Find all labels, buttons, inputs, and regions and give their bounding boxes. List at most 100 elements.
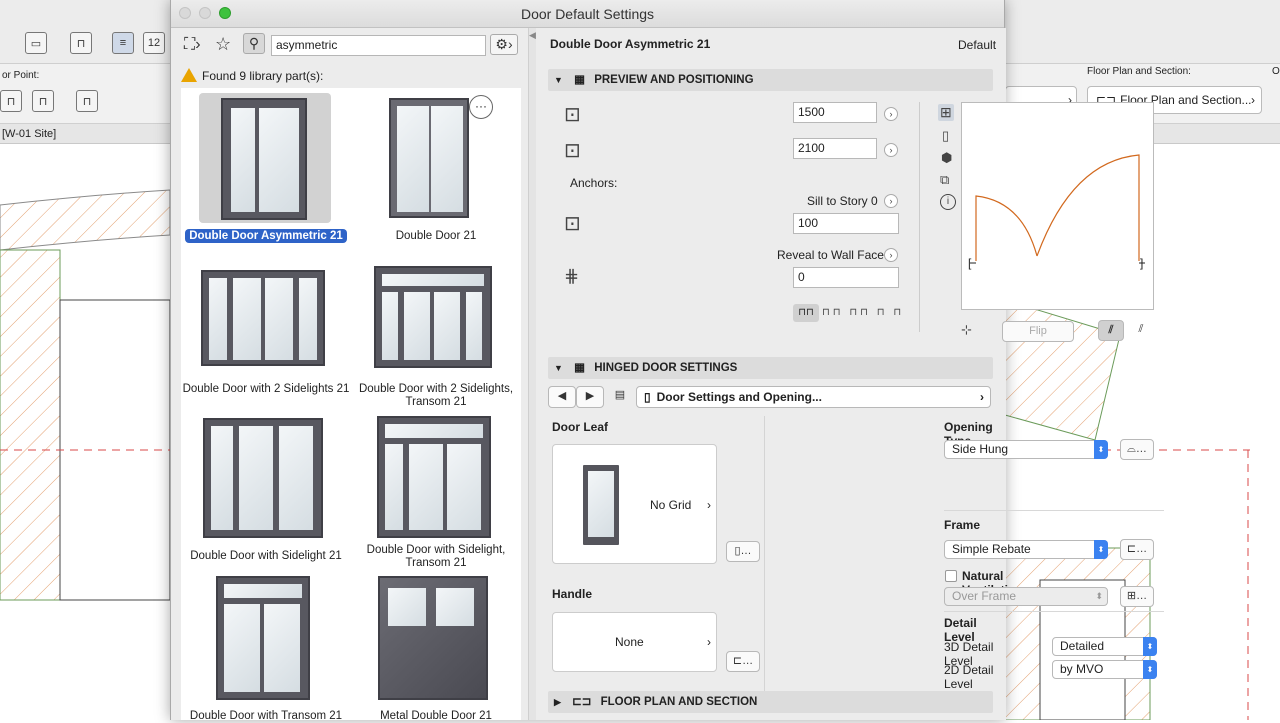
elevation-view-icon[interactable]: ▯ [942,128,949,144]
favorites-star-icon[interactable]: ☆ [215,34,231,55]
next-page-button[interactable]: ▶ [576,386,604,408]
library-item-thumb-5[interactable] [203,418,323,538]
vent-settings-icon[interactable]: ⊞… [1120,586,1154,607]
floor-plan-view-icon[interactable]: ⊞ [938,104,954,121]
preview-section-title: PREVIEW AND POSITIONING [594,74,754,86]
hinge-left-icon[interactable]: ⫽ [1098,320,1124,341]
library-item-thumb-4[interactable] [374,266,492,368]
anchor-left-icon[interactable]: ⊓ [0,90,22,112]
door-leaf-card[interactable]: No Grid › [552,444,717,564]
expand-right-icon: ▶ [554,697,561,707]
prev-page-button[interactable]: ◀ [548,386,576,408]
page-selector-chevron: › [980,390,984,404]
detail-2d-value: by MVO [1060,662,1104,676]
info-icon[interactable]: i [940,194,956,210]
flip-button[interactable]: Flip [1002,321,1074,342]
library-item-label-2[interactable]: Double Door 21 [351,230,521,243]
preview-canvas: [ ] [961,102,1154,310]
layer-icon[interactable]: ≡ [112,32,134,54]
page-selector[interactable]: ▯ Door Settings and Opening... › [636,386,991,408]
library-item-label-7[interactable]: Double Door with Transom 21 [181,710,351,723]
frame-value: Simple Rebate [952,542,1031,556]
default-label: Default [958,38,997,52]
sill-label: Sill to Story 0 [807,194,878,208]
over-frame-select[interactable]: Over Frame ⬍ [944,587,1108,606]
part-name: Double Door Asymmetric 21 [550,37,711,51]
detail-2d-select[interactable]: by MVO ⬍ [1052,660,1157,679]
floorplan-section-header[interactable]: ▶ ⊏⊐ FLOOR PLAN AND SECTION [548,691,993,713]
door-leaf-value: No Grid [650,498,692,512]
reveal-icon: ⋕ [564,266,580,286]
floorplan-header-label: Floor Plan and Section: [1087,66,1191,77]
wall-tool-icon[interactable]: ▭ [25,32,47,54]
handle-card[interactable]: None › [552,612,717,672]
gear-icon[interactable]: ⚙› [490,34,518,55]
dimension-icon[interactable]: 12 [143,32,165,54]
sill-field[interactable]: 100 [793,213,899,234]
hinged-section-icon: ▦ [574,362,585,374]
section-view-icon[interactable]: ⧉ [940,172,949,188]
warning-icon [181,68,197,82]
library-item-label-8[interactable]: Metal Double Door 21 [351,710,521,723]
preview-section-header[interactable]: ▼ ▦ PREVIEW AND POSITIONING [548,69,993,91]
mirror-icon[interactable]: ⊹ [961,322,972,338]
anchor-point-label: or Point: [2,70,40,81]
anchor-options-icons[interactable]: ⊓⊓ ⊓⊓ ⊓ ⊓ [822,307,904,318]
frame-select[interactable]: Simple Rebate ⬍ [944,540,1108,559]
width-chevron-icon[interactable]: › [884,107,898,121]
sill-chevron-icon[interactable]: › [884,194,898,208]
dialog-titlebar: Door Default Settings [171,0,1004,28]
detail-3d-select[interactable]: Detailed ⬍ [1052,637,1157,656]
right-edge-label: O [1272,66,1280,77]
handle-value: None [615,635,644,649]
more-options-icon[interactable]: ··· [469,95,493,119]
natural-vent-checkbox[interactable] [945,570,957,582]
minimize-button[interactable] [199,7,211,19]
frame-settings-icon[interactable]: ⊏… [1120,539,1154,560]
library-item-label-3[interactable]: Double Door with 2 Sidelights 21 [181,383,351,396]
anchors-label: Anchors: [570,176,618,190]
library-item-thumb-1[interactable] [221,98,307,220]
library-item-label-1[interactable]: Double Door Asymmetric 21 [181,229,351,243]
handle-settings-icon[interactable]: ⊏… [726,651,760,672]
library-item-thumb-3[interactable] [201,270,325,366]
library-item-thumb-2[interactable] [389,98,469,218]
library-item-thumb-6[interactable] [377,416,491,538]
width-field[interactable]: 1500 [793,102,877,123]
expand-down-icon: ▼ [554,75,563,85]
3d-view-icon[interactable]: ⬢ [941,150,952,166]
height-chevron-icon[interactable]: › [884,143,898,157]
leaf-thumb [583,465,619,545]
hinge-right-icon[interactable]: ⫽ [1128,320,1154,341]
anchor-right-icon[interactable]: ⊓ [76,90,98,112]
height-field[interactable]: 2100 [793,138,877,159]
reveal-label: Reveal to Wall Face [777,248,884,262]
frame-label: Frame [944,518,981,532]
door-plan-preview: [ ] [968,154,1145,270]
page-list-icon[interactable]: ▤ [608,386,632,408]
collapse-arrow-icon[interactable]: ◀ [529,30,536,41]
view-tab[interactable]: [W-01 Site] [2,128,56,140]
reveal-field[interactable]: 0 [793,267,899,288]
reveal-chevron-icon[interactable]: › [884,248,898,262]
opening-type-icon[interactable]: ⌓… [1120,439,1154,460]
close-button[interactable] [179,7,191,19]
library-parts-grid: Double Door Asymmetric 21 ··· Double Doo… [181,88,521,723]
library-item-label-5[interactable]: Double Door with Sidelight 21 [181,550,351,563]
zoom-button[interactable] [219,7,231,19]
library-item-label-4[interactable]: Double Door with 2 Sidelights, Transom 2… [351,383,521,409]
opening-type-select[interactable]: Side Hung ⬍ [944,440,1108,459]
search-icon[interactable]: ⚲ [243,33,265,54]
library-item-thumb-8[interactable] [378,576,488,700]
leaf-settings-icon[interactable]: ▯… [726,541,760,562]
anchor-center-icon[interactable]: ⊓ [32,90,54,112]
library-item-thumb-7[interactable] [216,576,310,700]
pane-splitter[interactable]: ◀ [528,28,536,720]
search-input[interactable]: asymmetric [271,35,486,56]
folder-nav-icon[interactable]: ⛶› [184,36,201,54]
hinged-section-header[interactable]: ▼ ▦ HINGED DOOR SETTINGS [548,357,993,379]
anchor-center-icon[interactable]: ⊓⊓ [793,304,819,322]
library-item-label-6[interactable]: Double Door with Sidelight, Transom 21 [351,544,521,570]
sill-icon: ⊡ [564,213,581,235]
lock-icon[interactable]: ⊓ [70,32,92,54]
